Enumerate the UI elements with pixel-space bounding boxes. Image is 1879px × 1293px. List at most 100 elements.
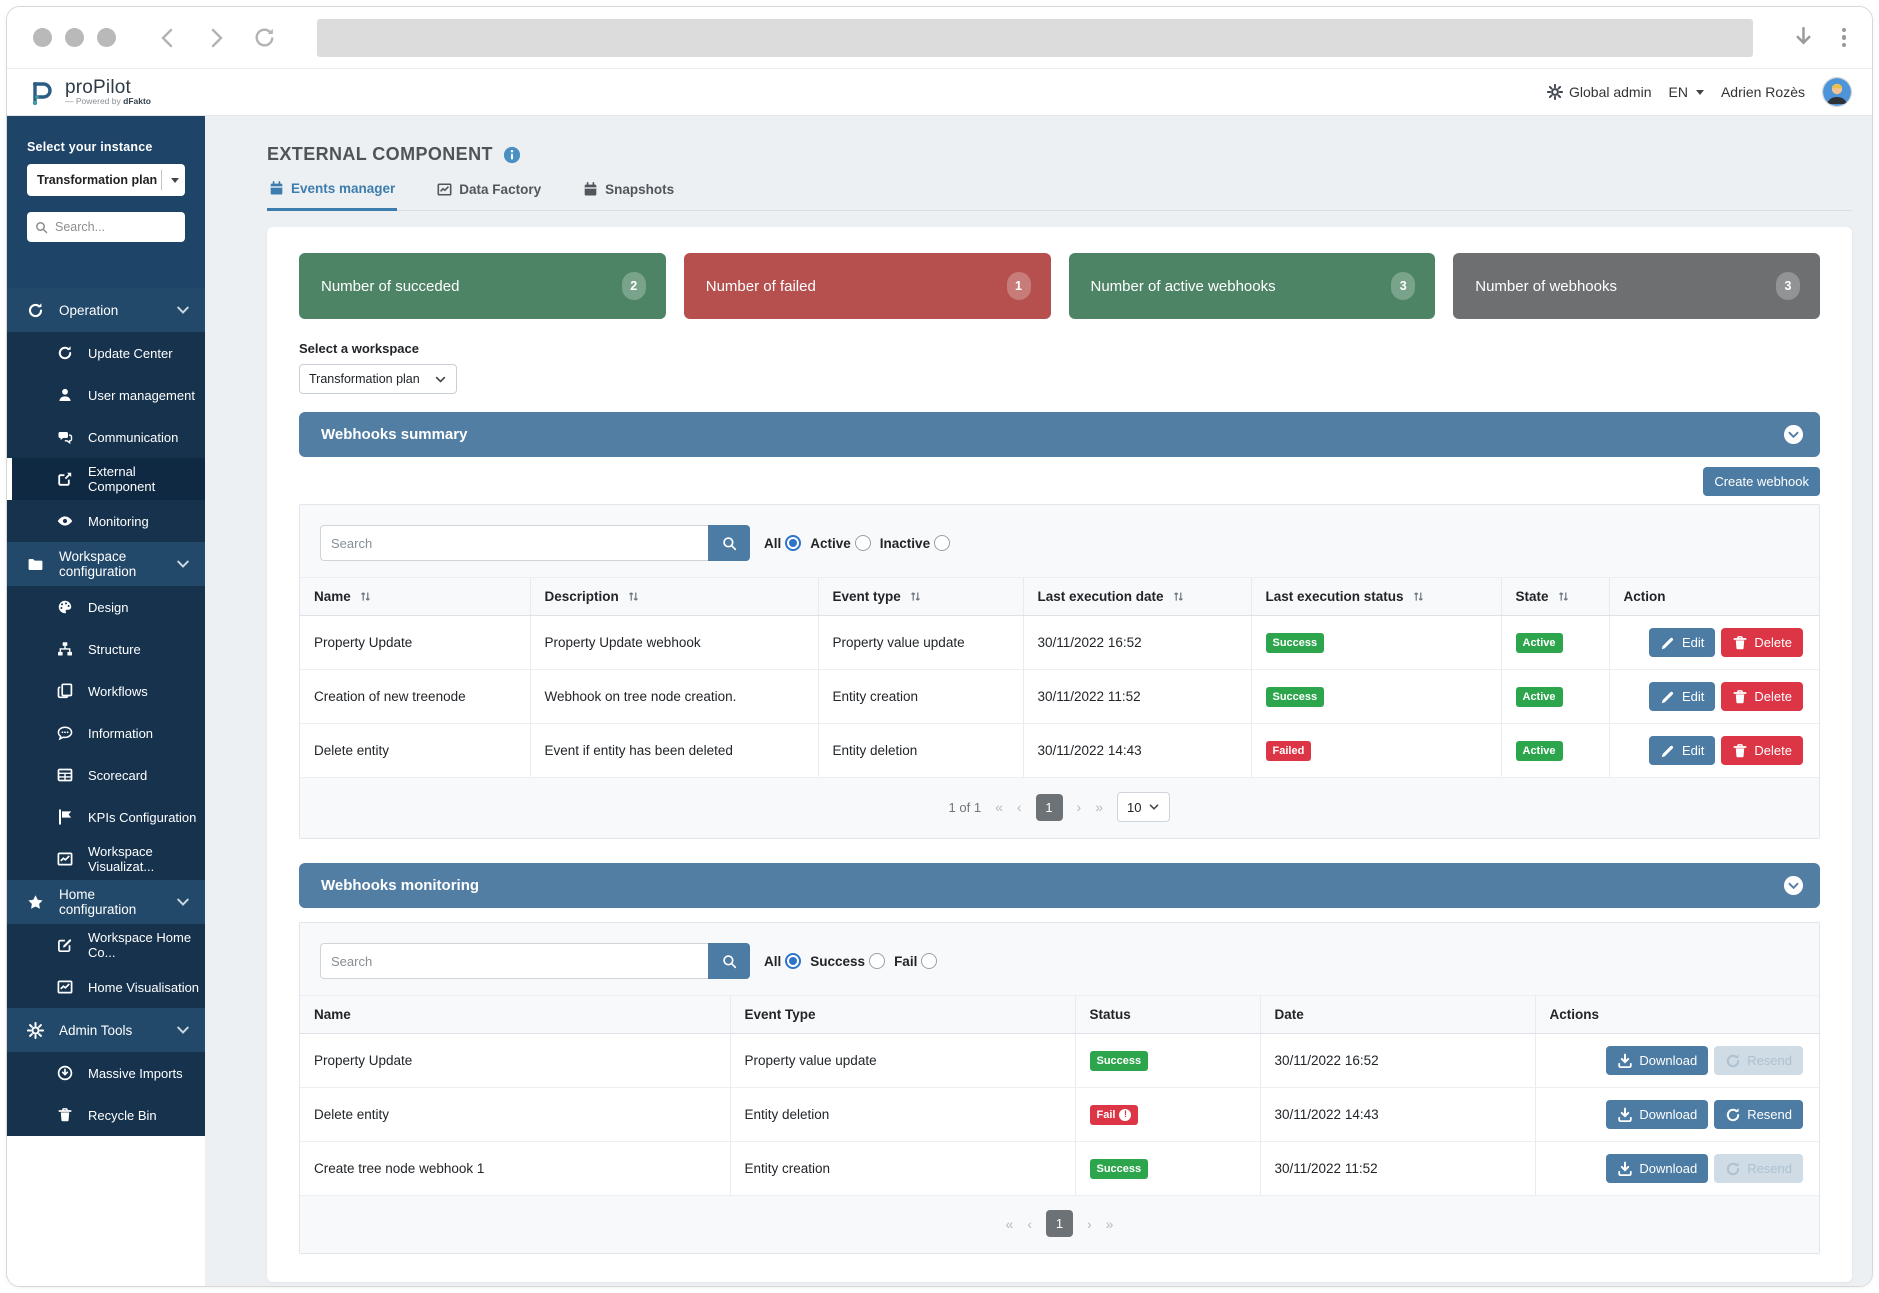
column-header-state[interactable]: State: [1501, 578, 1609, 616]
window-close-button[interactable]: [33, 28, 52, 47]
workspace-select[interactable]: Transformation plan: [299, 364, 457, 394]
column-header-event-type[interactable]: Event type: [818, 578, 1023, 616]
webhooks-monitoring-header[interactable]: Webhooks monitoring: [299, 863, 1820, 908]
download-icon[interactable]: [1791, 25, 1816, 50]
page-size-select[interactable]: 10: [1117, 792, 1170, 822]
instance-select[interactable]: Transformation plan: [27, 164, 185, 196]
sidebar-item-user-management[interactable]: User management: [7, 374, 205, 416]
error-info-icon[interactable]: !: [1119, 1109, 1131, 1121]
sidebar-section-home-configuration[interactable]: Home configuration: [7, 880, 205, 924]
monitoring-search-input[interactable]: [320, 943, 708, 979]
sidebar-section-operation[interactable]: Operation: [7, 288, 205, 332]
sidebar-item-workflows[interactable]: Workflows: [7, 670, 205, 712]
filter-all[interactable]: All: [764, 953, 801, 969]
filter-success[interactable]: Success: [810, 953, 885, 969]
sidebar-item-external-component[interactable]: External Component: [7, 458, 205, 500]
delete-button[interactable]: Delete: [1721, 682, 1803, 711]
search-button[interactable]: [708, 943, 750, 979]
summary-search-input[interactable]: [320, 525, 708, 561]
next-page-icon[interactable]: ›: [1087, 1216, 1092, 1232]
radio-selected-icon[interactable]: [785, 535, 801, 551]
edit-button[interactable]: Edit: [1649, 736, 1715, 765]
sidebar-item-update-center[interactable]: Update Center: [7, 332, 205, 374]
first-page-icon[interactable]: «: [995, 799, 1003, 815]
language-selector[interactable]: EN: [1669, 84, 1704, 100]
collapse-icon[interactable]: [1783, 424, 1804, 445]
window-zoom-button[interactable]: [97, 28, 116, 47]
radio-icon[interactable]: [869, 953, 885, 969]
tab-data-factory[interactable]: Data Factory: [435, 181, 543, 210]
sidebar-item-home-visualisation[interactable]: Home Visualisation: [7, 966, 205, 1008]
column-header-name[interactable]: Name: [300, 578, 530, 616]
sidebar-item-structure[interactable]: Structure: [7, 628, 205, 670]
filter-all[interactable]: All: [764, 535, 801, 551]
filter-inactive[interactable]: Inactive: [880, 535, 950, 551]
filter-fail[interactable]: Fail: [894, 953, 937, 969]
edit-button[interactable]: Edit: [1649, 628, 1715, 657]
delete-button[interactable]: Delete: [1721, 628, 1803, 657]
current-page-button[interactable]: 1: [1046, 1210, 1073, 1237]
column-header-last-execution-status[interactable]: Last execution status: [1251, 578, 1501, 616]
global-admin-link[interactable]: Global admin: [1547, 84, 1652, 100]
radio-selected-icon[interactable]: [785, 953, 801, 969]
sidebar-section-admin-tools[interactable]: Admin Tools: [7, 1008, 205, 1052]
sidebar-item-workspace-visualization[interactable]: Workspace Visualizat...: [7, 838, 205, 880]
sidebar-item-scorecard[interactable]: Scorecard: [7, 754, 205, 796]
column-header-last-execution-date[interactable]: Last execution date: [1023, 578, 1251, 616]
webhooks-summary-header[interactable]: Webhooks summary: [299, 412, 1820, 457]
sidebar-section-workspace-configuration[interactable]: Workspace configuration: [7, 542, 205, 586]
download-button[interactable]: Download: [1606, 1100, 1708, 1129]
collapse-icon[interactable]: [1783, 875, 1804, 896]
sidebar-search-input[interactable]: [55, 220, 216, 234]
last-page-icon[interactable]: »: [1095, 799, 1103, 815]
download-button[interactable]: Download: [1606, 1046, 1708, 1075]
avatar[interactable]: [1822, 77, 1852, 107]
sort-icon[interactable]: [909, 590, 922, 603]
sort-icon[interactable]: [359, 590, 372, 603]
tab-events-manager[interactable]: Events manager: [267, 181, 397, 211]
sidebar-item-information[interactable]: Information: [7, 712, 205, 754]
address-bar[interactable]: [317, 19, 1753, 57]
brand-logo[interactable]: proPilot — Powered by dFakto: [25, 76, 151, 108]
previous-page-icon[interactable]: ‹: [1027, 1216, 1032, 1232]
sidebar-item-kpis-configuration[interactable]: KPIs Configuration: [7, 796, 205, 838]
sidebar-item-recycle-bin[interactable]: Recycle Bin: [7, 1094, 205, 1136]
create-webhook-button[interactable]: Create webhook: [1703, 467, 1820, 496]
stat-badge: 1: [1007, 272, 1031, 300]
sort-icon[interactable]: [1412, 590, 1425, 603]
previous-page-icon[interactable]: ‹: [1017, 799, 1022, 815]
column-header-description[interactable]: Description: [530, 578, 818, 616]
sidebar-item-communication[interactable]: Communication: [7, 416, 205, 458]
next-page-icon[interactable]: ›: [1077, 799, 1082, 815]
sidebar-search[interactable]: [27, 212, 185, 242]
sidebar-item-design[interactable]: Design: [7, 586, 205, 628]
delete-button[interactable]: Delete: [1721, 736, 1803, 765]
window-minimize-button[interactable]: [65, 28, 84, 47]
status-badge: Success: [1090, 1159, 1149, 1179]
tab-snapshots[interactable]: Snapshots: [581, 181, 676, 210]
info-icon[interactable]: [503, 146, 521, 164]
forward-icon[interactable]: [204, 26, 228, 50]
sort-icon[interactable]: [1172, 590, 1185, 603]
filter-active[interactable]: Active: [810, 535, 871, 551]
last-page-icon[interactable]: »: [1106, 1216, 1114, 1232]
reload-icon[interactable]: [252, 25, 277, 50]
radio-icon[interactable]: [934, 535, 950, 551]
sort-icon[interactable]: [1557, 590, 1570, 603]
radio-icon[interactable]: [855, 535, 871, 551]
user-name[interactable]: Adrien Rozès: [1721, 84, 1805, 100]
first-page-icon[interactable]: «: [1006, 1216, 1014, 1232]
radio-icon[interactable]: [921, 953, 937, 969]
sidebar-item-workspace-home[interactable]: Workspace Home Co...: [7, 924, 205, 966]
resend-button[interactable]: Resend: [1714, 1100, 1803, 1129]
browser-menu-icon[interactable]: [1842, 28, 1847, 48]
edit-button[interactable]: Edit: [1649, 682, 1715, 711]
current-page-button[interactable]: 1: [1036, 794, 1063, 821]
search-button[interactable]: [708, 525, 750, 561]
sidebar-item-monitoring[interactable]: Monitoring: [7, 500, 205, 542]
sort-icon[interactable]: [627, 590, 640, 603]
download-button[interactable]: Download: [1606, 1154, 1708, 1183]
sidebar-item-massive-imports[interactable]: Massive Imports: [7, 1052, 205, 1094]
back-icon[interactable]: [156, 26, 180, 50]
window-controls[interactable]: [33, 28, 116, 47]
